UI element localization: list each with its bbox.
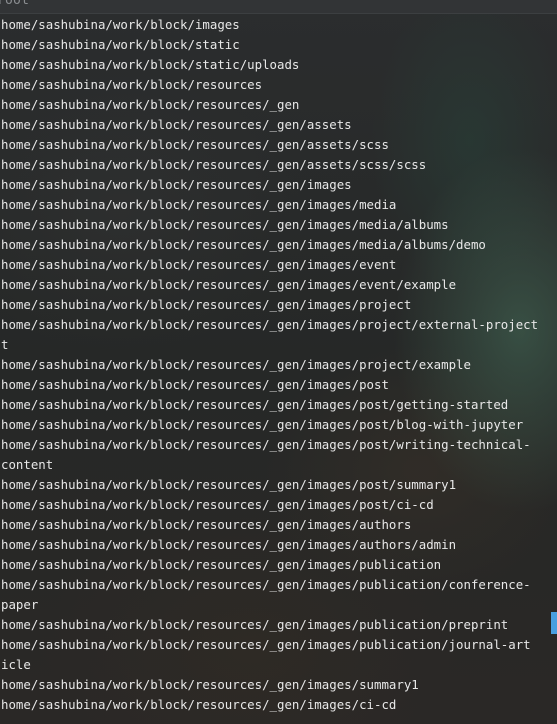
terminal-line: home/sashubina/work/block/resources/_gen… [1,157,427,172]
terminal-line: home/sashubina/work/block/resources/_gen… [1,397,509,412]
terminal-output: home/sashubina/work/block/images home/sas… [0,15,557,715]
terminal-line: home/sashubina/work/block/resources/_gen… [1,437,531,452]
terminal-line: home/sashubina/work/block/resources/_gen… [1,617,509,632]
terminal-line: icle [1,657,31,672]
terminal-line: home/sashubina/work/block/resources/_gen… [1,477,457,492]
terminal-line: home/sashubina/work/block/resources/_gen… [1,557,442,572]
terminal-line: home/sashubina/work/block/resources/_gen… [1,517,412,532]
terminal-line: content [1,457,54,472]
terminal-line: home/sashubina/work/block/resources/_gen… [1,637,531,652]
terminal-line: home/sashubina/work/block/resources/_gen… [1,237,486,252]
terminal-line: home/sashubina/work/block/resources/_gen… [1,317,539,332]
terminal-cursor [551,612,557,634]
terminal-line: home/sashubina/work/block/resources/_gen… [1,117,352,132]
terminal-line: home/sashubina/work/block/resources/_gen… [1,417,524,432]
terminal-line: paper [1,597,39,612]
terminal-line: home/sashubina/work/block/resources/_gen… [1,217,449,232]
terminal-line: home/sashubina/work/block/resources/_gen… [1,537,457,552]
header-text: root [0,0,30,8]
terminal-line: home/sashubina/work/block/resources/_gen… [1,677,419,692]
terminal-line: home/sashubina/work/block/resources/_gen… [1,257,397,272]
terminal-line: home/sashubina/work/block/resources/_gen… [1,577,531,592]
terminal-line: home/sashubina/work/block/resources/_gen… [1,697,397,712]
terminal-line: home/sashubina/work/block/resources/_gen… [1,137,389,152]
terminal-line: home/sashubina/work/block/resources/_gen… [1,297,412,312]
terminal-line: home/sashubina/work/block/resources/_gen… [1,277,457,292]
terminal-line: home/sashubina/work/block/resources/_gen… [1,357,471,372]
terminal-line: home/sashubina/work/block/resources/_gen… [1,497,434,512]
terminal-line: t [1,337,9,352]
terminal-line: home/sashubina/work/block/resources/_gen… [1,377,389,392]
terminal-line: home/sashubina/work/block/static [1,37,240,52]
terminal-line: home/sashubina/work/block/static/uploads [1,57,300,72]
terminal-line: home/sashubina/work/block/resources/_gen [1,97,300,112]
terminal-line: home/sashubina/work/block/resources/_gen… [1,177,352,192]
terminal-line: home/sashubina/work/block/images [1,17,240,32]
terminal-line: home/sashubina/work/block/resources/_gen… [1,197,397,212]
terminal-header: root [0,0,557,14]
terminal-line: home/sashubina/work/block/resources [1,77,263,92]
